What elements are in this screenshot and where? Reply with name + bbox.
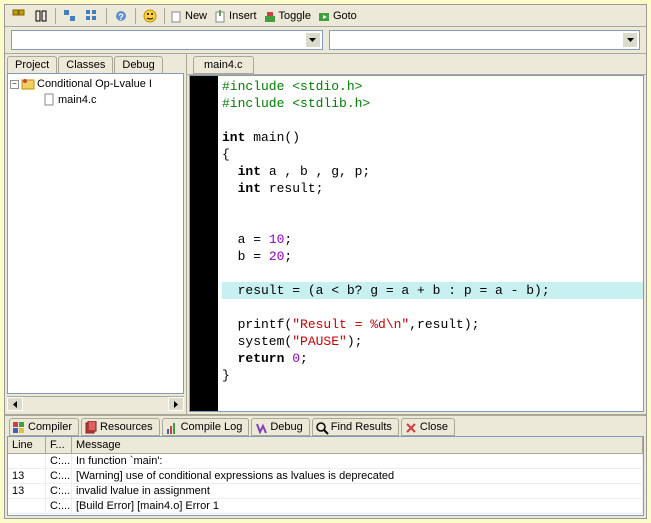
code-editor[interactable]: #include <stdio.h> #include <stdlib.h> i… [189, 75, 644, 412]
project-icon [21, 77, 35, 91]
main-toolbar: ? New Insert Toggle Goto [5, 5, 646, 27]
scroll-right-icon[interactable] [168, 397, 184, 411]
smiley-icon[interactable] [140, 7, 160, 25]
file-icon [42, 93, 56, 107]
tab-find-results[interactable]: Find Results [312, 418, 399, 436]
tool-icon-4[interactable] [82, 7, 102, 25]
new-label: New [185, 10, 207, 22]
chevron-down-icon[interactable] [622, 32, 638, 48]
tree-file[interactable]: main4.c [10, 92, 181, 108]
project-tree[interactable]: − Conditional Op-Lvalue I main4.c [7, 73, 184, 394]
tab-debug-bottom[interactable]: Debug [251, 418, 309, 436]
scroll-left-icon[interactable] [7, 397, 23, 411]
help-icon[interactable]: ? [111, 7, 131, 25]
tab-resources[interactable]: Resources [81, 418, 160, 436]
grid-row[interactable]: 13C:...[Warning] use of conditional expr… [8, 469, 643, 484]
goto-button[interactable]: Goto [317, 10, 361, 22]
tree-file-label: main4.c [58, 94, 97, 106]
tool-icon-2[interactable] [31, 7, 51, 25]
tab-debug[interactable]: Debug [114, 56, 162, 73]
grid-row[interactable]: 13C:... invalid lvalue in assignment [8, 484, 643, 499]
tab-project[interactable]: Project [7, 56, 57, 73]
goto-label: Goto [333, 10, 357, 22]
project-panel: Project Classes Debug − Conditional Op-L… [5, 54, 187, 414]
tree-root[interactable]: − Conditional Op-Lvalue I [10, 76, 181, 92]
tree-scrollbar[interactable] [7, 396, 184, 412]
tab-compile-log[interactable]: Compile Log [162, 418, 250, 436]
tab-compiler[interactable]: Compiler [9, 418, 79, 436]
code-area[interactable]: #include <stdio.h> #include <stdlib.h> i… [218, 76, 643, 411]
grid-header: Line F... Message [8, 437, 643, 454]
toggle-button[interactable]: Toggle [263, 10, 315, 22]
chevron-down-icon[interactable] [305, 32, 321, 48]
compiler-output-grid[interactable]: Line F... Message C:...In function `main… [7, 436, 644, 516]
insert-label: Insert [229, 10, 257, 22]
tree-root-label: Conditional Op-Lvalue I [37, 78, 152, 90]
col-message[interactable]: Message [72, 437, 643, 453]
svg-text:?: ? [118, 12, 124, 22]
left-tabs: Project Classes Debug [5, 54, 186, 73]
file-tabs: main4.c [187, 54, 646, 75]
grid-row[interactable]: C:...In function `main': [8, 454, 643, 469]
grid-row[interactable]: C:...[Build Error] [main4.o] Error 1 [8, 499, 643, 514]
output-panel: Compiler Resources Compile Log Debug Fin… [5, 414, 646, 518]
editor-gutter [190, 76, 218, 411]
toggle-label: Toggle [279, 10, 311, 22]
tool-icon-3[interactable] [60, 7, 80, 25]
col-file[interactable]: F... [46, 437, 72, 453]
tool-icon-1[interactable] [9, 7, 29, 25]
bottom-tabs: Compiler Resources Compile Log Debug Fin… [5, 416, 646, 436]
tab-close[interactable]: Close [401, 418, 455, 436]
insert-button[interactable]: Insert [213, 10, 261, 22]
new-button[interactable]: New [169, 10, 211, 22]
combo-1[interactable] [11, 30, 323, 50]
collapse-icon[interactable]: − [10, 80, 19, 89]
editor-panel: main4.c #include <stdio.h> #include <std… [187, 54, 646, 414]
combo-toolbar [5, 27, 646, 54]
col-line[interactable]: Line [8, 437, 46, 453]
tab-classes[interactable]: Classes [58, 56, 113, 73]
file-tab-main4[interactable]: main4.c [193, 56, 254, 74]
combo-2[interactable] [329, 30, 641, 50]
